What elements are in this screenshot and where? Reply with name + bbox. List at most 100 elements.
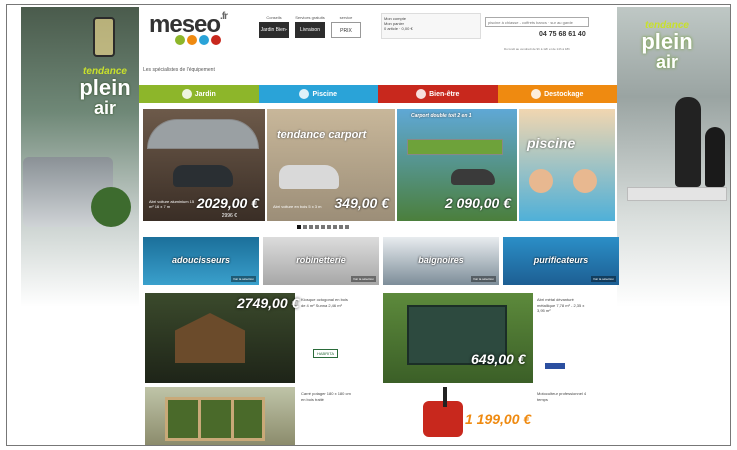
header-link-box: Livraison: [295, 22, 325, 38]
brand-logo: [545, 363, 565, 369]
header-link-label: Services gratuits: [295, 15, 325, 20]
header-link-prix[interactable]: service PRIX: [331, 15, 361, 38]
leaf-icon: [175, 35, 185, 45]
page-frame: tendance plein air tendance plein air me…: [6, 4, 731, 446]
vase-image: [705, 127, 725, 187]
promo-slider: Abri voiture aluminium 15 m² 16 x 7 m 20…: [143, 109, 615, 221]
plant-image: [91, 187, 131, 227]
sun-icon: [187, 35, 197, 45]
brand-logo: HABRITA: [313, 349, 339, 358]
banner-word: plein: [641, 29, 693, 54]
water-icon: [199, 35, 209, 45]
spa-icon: [416, 89, 427, 99]
product-price: 649,00 €: [471, 351, 526, 367]
slide-carport-alu[interactable]: Abri voiture aluminium 15 m² 16 x 7 m 20…: [143, 109, 265, 221]
slide-title: Carport double toit 2 en 1: [411, 113, 472, 119]
tagline: Les spécialistes de l'équipement: [143, 67, 215, 73]
slider-dot[interactable]: [315, 225, 319, 229]
tab-jardin[interactable]: Jardin: [139, 85, 259, 103]
category-label: baignoires: [418, 255, 464, 265]
category-more-link[interactable]: Voir la sélection: [230, 276, 256, 282]
header-link-box: PRIX: [331, 22, 361, 38]
category-more-link[interactable]: Voir la sélection: [350, 276, 376, 282]
garden-icon: [181, 89, 192, 99]
carport-roof: [407, 139, 503, 155]
tab-label: Jardin: [194, 90, 216, 98]
product-image: [383, 293, 533, 383]
child-image: [529, 169, 553, 193]
slide-old-price: 2996 €: [221, 213, 237, 219]
category-baignoires[interactable]: baignoires Voir la sélection: [383, 237, 499, 285]
product-description: Motoculteur professionnel 4 temps: [537, 391, 587, 402]
banner-word: air: [655, 52, 679, 72]
carport-roof: [147, 119, 259, 149]
car-image: [173, 165, 233, 187]
slider-dot[interactable]: [297, 225, 301, 229]
banner-word: air: [93, 98, 117, 118]
right-banner-title: tendance plein air: [627, 21, 707, 72]
product-potager[interactable]: Carré potager 180 x 180 cm en bois trait…: [145, 387, 375, 445]
house-icon: [531, 89, 542, 99]
lantern-image: [93, 17, 115, 57]
slider-dot[interactable]: [327, 225, 331, 229]
slide-carport-bois[interactable]: tendance carport Abri voiture en bois 5 …: [267, 109, 395, 221]
tab-destockage[interactable]: Destockage: [497, 85, 617, 103]
product-price: 2749,00 €: [237, 295, 300, 311]
product-price: 1 199,00 €: [465, 411, 532, 427]
header-links: Conseils Jardin Bien-être Services gratu…: [259, 15, 361, 49]
tab-label: Piscine: [312, 90, 337, 98]
slider-dot[interactable]: [339, 225, 343, 229]
slide-carport-double[interactable]: Carport double toit 2 en 1 2 090,00 €: [397, 109, 517, 221]
spa-icon: [211, 35, 221, 45]
main-nav: Jardin Piscine Bien-être Destockage: [139, 85, 617, 103]
table-image: [627, 187, 727, 201]
category-purificateurs[interactable]: purificateurs Voir la sélection: [503, 237, 619, 285]
logo-suffix: .fr: [220, 11, 228, 22]
header-link-label: service: [339, 15, 353, 20]
category-more-link[interactable]: Voir la sélection: [470, 276, 496, 282]
tab-bien-etre[interactable]: Bien-être: [378, 85, 498, 103]
slide-piscine[interactable]: piscine: [519, 109, 615, 221]
product-motoculteur[interactable]: 1 199,00 € Motoculteur professionnel 4 t…: [383, 387, 613, 445]
product-description: Kiosque octogonal en bois de 4 m² Sunna …: [301, 297, 348, 308]
header-link-services[interactable]: Services gratuits Livraison: [295, 15, 325, 38]
search-input[interactable]: [485, 17, 589, 27]
header-link-conseils[interactable]: Conseils Jardin Bien-être: [259, 15, 289, 49]
vase-image: [675, 97, 701, 187]
product-description: Abri métal dévanturé métallique 7,78 m² …: [537, 297, 585, 314]
category-adoucisseurs[interactable]: adoucisseurs Voir la sélection: [143, 237, 259, 285]
slider-dot[interactable]: [303, 225, 307, 229]
product-kiosque[interactable]: 2749,00 € Kiosque octogonal en bois de 4…: [145, 293, 375, 385]
category-robinetterie[interactable]: robinetterie Voir la sélection: [263, 237, 379, 285]
slider-dot[interactable]: [321, 225, 325, 229]
account-box: Mon compte Mon panier 0 article · 0,00 €: [381, 13, 481, 39]
slide-price: 349,00 €: [334, 195, 390, 211]
child-image: [573, 169, 597, 193]
slide-caption: Abri voiture en bois 5 x 3 m: [273, 204, 322, 209]
tab-piscine[interactable]: Piscine: [258, 85, 378, 103]
slider-dot[interactable]: [333, 225, 337, 229]
slide-title: tendance carport: [277, 129, 367, 141]
product-image: [145, 387, 295, 445]
tiller-handle: [443, 387, 447, 407]
tab-label: Bien-être: [429, 90, 460, 98]
product-abri-metal[interactable]: 649,00 € Abri métal dévanturé métallique…: [383, 293, 613, 385]
header-link-label: Conseils: [266, 15, 282, 20]
car-image: [279, 165, 339, 189]
category-banners: adoucisseurs Voir la sélection robinette…: [143, 237, 619, 285]
category-more-link[interactable]: Voir la sélection: [590, 276, 616, 282]
banner-word: plein: [79, 75, 131, 100]
category-label: purificateurs: [533, 255, 589, 265]
phone-number: 04 75 68 61 40: [539, 31, 586, 38]
category-label: robinetterie: [296, 255, 346, 265]
product-description: Carré potager 180 x 180 cm en bois trait…: [301, 391, 351, 402]
slide-title: piscine: [527, 135, 576, 151]
slide-price: 2 090,00 €: [444, 195, 511, 211]
slider-dot[interactable]: [345, 225, 349, 229]
slider-dot[interactable]: [309, 225, 313, 229]
gazebo-image: [175, 313, 245, 363]
tab-label: Destockage: [544, 90, 584, 98]
left-banner[interactable]: [21, 7, 139, 307]
slide-price: 2029,00 €: [196, 195, 259, 211]
pool-icon: [299, 89, 310, 99]
